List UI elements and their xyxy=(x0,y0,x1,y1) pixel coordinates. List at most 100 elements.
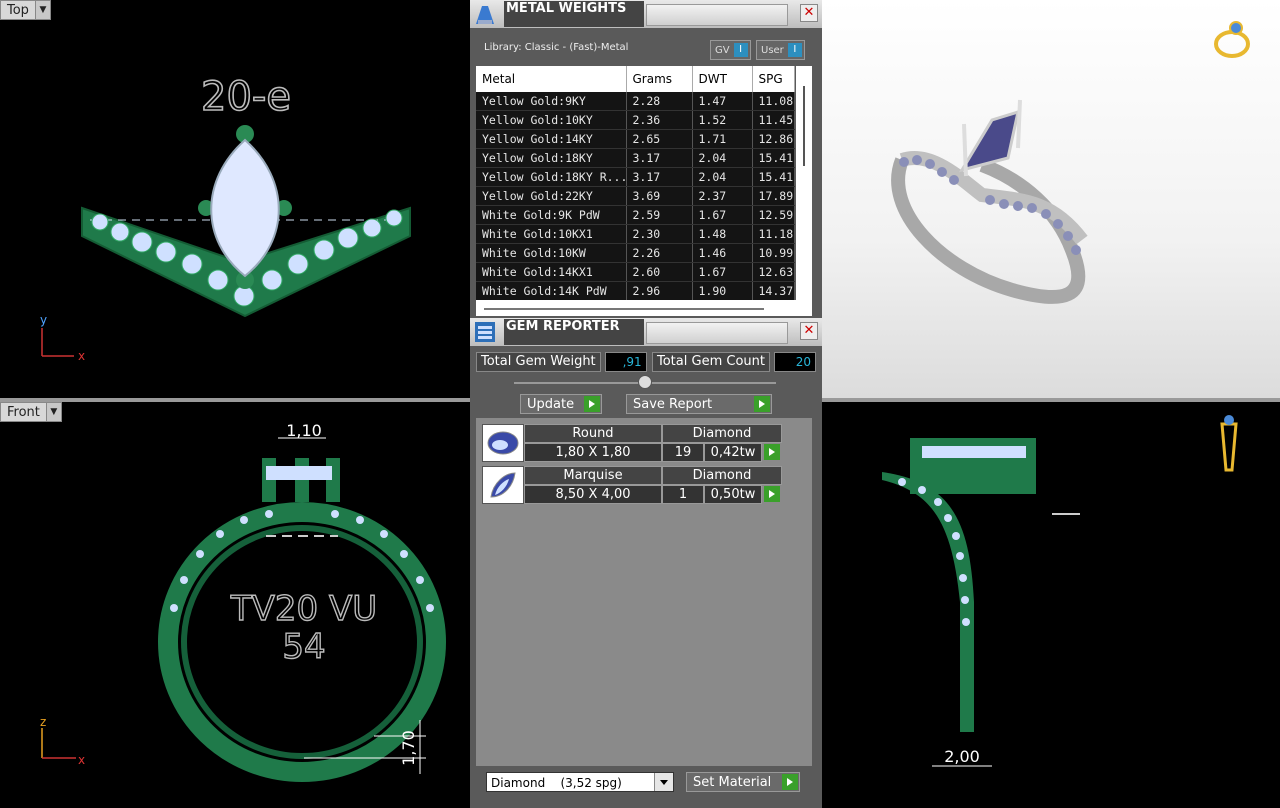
viewport-perspective[interactable] xyxy=(822,0,1280,398)
gem-size: 8,50 X 4,00 xyxy=(524,485,662,504)
table-cell: Yellow Gold:10KY xyxy=(476,110,627,130)
table-cell: 14.37 xyxy=(752,281,795,301)
column-header-spg[interactable]: SPG xyxy=(752,66,795,92)
gv-toggle[interactable]: GV I xyxy=(710,40,751,60)
material-select[interactable]: Diamond (3,52 spg) xyxy=(486,772,674,792)
gem-count: 19 xyxy=(662,443,704,462)
gem-weight: 0,42tw xyxy=(704,443,762,462)
table-cell: 17.89 xyxy=(752,186,795,206)
table-cell: 2.60 xyxy=(626,262,693,282)
table-row[interactable]: White Gold:10KX1 2.30 1.48 11.18 xyxy=(476,224,795,244)
table-row[interactable]: White Gold:10KW 2.26 1.46 10.99 xyxy=(476,243,795,263)
metal-weights-titlebar[interactable]: METAL WEIGHTS ✕ xyxy=(470,0,822,29)
table-cell: White Gold:14KX1 xyxy=(476,262,627,282)
marquise-gem-icon xyxy=(482,466,524,504)
pendant-gold-icon[interactable] xyxy=(1220,415,1238,472)
total-gem-count-value: 20 xyxy=(773,352,816,372)
gem-slider-handle[interactable] xyxy=(638,375,652,389)
table-cell: 1.67 xyxy=(692,205,753,225)
table-cell: Yellow Gold:14KY xyxy=(476,129,627,149)
table-row[interactable]: Yellow Gold:18KY 3.17 2.04 15.41 xyxy=(476,148,795,168)
metal-table: Metal Grams DWT SPG Yellow Gold:9KY 2.28 1… xyxy=(476,66,795,301)
ring-gold-icon[interactable] xyxy=(1214,21,1250,58)
prong-render xyxy=(1016,99,1022,149)
table-cell: 2.30 xyxy=(626,224,693,244)
table-cell: Yellow Gold:22KY xyxy=(476,186,627,206)
table-cell: 2.59 xyxy=(626,205,693,225)
table-cell: 2.04 xyxy=(692,167,753,187)
table-row[interactable]: White Gold:14KX1 2.60 1.67 12.63 xyxy=(476,262,795,282)
metal-table-scrollbar[interactable] xyxy=(796,66,812,300)
table-row[interactable]: Yellow Gold:9KY 2.28 1.47 11.08 xyxy=(476,92,795,111)
shank-side xyxy=(882,472,974,732)
viewport-front-label[interactable]: Front ▼ xyxy=(0,402,62,422)
table-cell: 1.48 xyxy=(692,224,753,244)
play-arrow-icon xyxy=(754,396,770,412)
update-button[interactable]: Update xyxy=(520,394,602,414)
ring-shank-render xyxy=(891,157,1086,304)
center-stone-side xyxy=(922,446,1026,458)
chevron-down-icon[interactable]: ▼ xyxy=(45,403,61,421)
gem-count: 1 xyxy=(662,485,704,504)
gem-reporter-titlebar[interactable]: GEM REPORTER ✕ xyxy=(470,318,822,347)
table-cell: 1.47 xyxy=(692,92,753,111)
gem-shape: Marquise xyxy=(524,466,662,485)
column-header-dwt[interactable]: DWT xyxy=(692,66,753,92)
column-header-grams[interactable]: Grams xyxy=(626,66,693,92)
table-cell: 12.63 xyxy=(752,262,795,282)
table-row[interactable]: Yellow Gold:18KY R... 3.17 2.04 15.41 xyxy=(476,167,795,187)
play-arrow-icon[interactable] xyxy=(764,444,780,460)
marquise-stone-render xyxy=(958,109,1021,173)
viewport-top-label[interactable]: Top ▼ xyxy=(0,0,51,20)
gem-size: 1,80 X 1,80 xyxy=(524,443,662,462)
table-cell: White Gold:9K PdW xyxy=(476,205,627,225)
table-cell: 15.41 xyxy=(752,148,795,168)
table-cell: 2.36 xyxy=(626,110,693,130)
viewport-right[interactable]: 2,00 xyxy=(822,402,1280,808)
toggle-indicator-icon: I xyxy=(787,43,802,57)
chevron-down-icon[interactable]: ▼ xyxy=(34,1,50,19)
table-row[interactable]: Yellow Gold:22KY 3.69 2.37 17.89 xyxy=(476,186,795,206)
right-view-canvas: 2,00 xyxy=(882,415,1238,767)
axis-x-label: x xyxy=(78,349,85,363)
metal-table-hscroll[interactable] xyxy=(476,300,812,316)
toggle-indicator-icon: I xyxy=(733,43,748,57)
column-header-metal[interactable]: Metal xyxy=(476,66,627,92)
chevron-down-icon[interactable] xyxy=(654,773,673,791)
table-cell: 12.59 xyxy=(752,205,795,225)
dim-width-label: 1,10 xyxy=(286,421,322,440)
viewport-front[interactable]: 1,10 TV20 VU 54 1,70 z x Front ▼ xyxy=(0,402,470,808)
viewport-top[interactable]: 20-e y x Top ▼ xyxy=(0,0,470,398)
save-report-button[interactable]: Save Report xyxy=(626,394,772,414)
dim-thickness-label: 1,70 xyxy=(399,730,418,766)
table-row[interactable]: Yellow Gold:14KY 2.65 1.71 12.86 xyxy=(476,129,795,149)
gem-reporter-icon xyxy=(475,322,495,342)
table-row[interactable]: White Gold:9K PdW 2.59 1.67 12.59 xyxy=(476,205,795,225)
table-cell: 11.08 xyxy=(752,92,795,111)
tool-panels: METAL WEIGHTS ✕ Library: Classic - (Fast… xyxy=(470,0,822,808)
close-icon[interactable]: ✕ xyxy=(800,4,818,22)
table-row[interactable]: Yellow Gold:10KY 2.36 1.52 11.45 xyxy=(476,110,795,130)
close-icon[interactable]: ✕ xyxy=(800,322,818,340)
axis-z-label: z xyxy=(40,715,46,729)
table-cell: 2.65 xyxy=(626,129,693,149)
play-arrow-icon[interactable] xyxy=(764,486,780,502)
table-cell: 2.28 xyxy=(626,92,693,111)
table-cell: White Gold:10KX1 xyxy=(476,224,627,244)
gem-row-round[interactable]: Round Diamond 1,80 X 1,80 19 0,42tw xyxy=(482,424,782,462)
table-cell: 2.96 xyxy=(626,281,693,301)
front-view-canvas: 1,10 TV20 VU 54 1,70 z x xyxy=(40,421,446,782)
gem-row-marquise[interactable]: Marquise Diamond 8,50 X 4,00 1 0,50tw xyxy=(482,466,782,504)
table-row[interactable]: White Gold:14K PdW 2.96 1.90 14.37 xyxy=(476,281,795,301)
table-cell: White Gold:14K PdW xyxy=(476,281,627,301)
table-cell: Yellow Gold:9KY xyxy=(476,92,627,111)
center-stone-side xyxy=(266,466,332,480)
metal-weights-title: METAL WEIGHTS xyxy=(504,1,644,27)
total-gem-weight-value: ,91 xyxy=(604,352,647,372)
table-cell: 15.41 xyxy=(752,167,795,187)
user-toggle[interactable]: User I xyxy=(756,40,805,60)
set-material-button[interactable]: Set Material xyxy=(686,772,800,792)
metal-weights-icon xyxy=(476,6,494,24)
metal-weights-panel: Library: Classic - (Fast)-Metal GV I Use… xyxy=(470,28,822,318)
scroll-thumb[interactable] xyxy=(803,86,805,166)
